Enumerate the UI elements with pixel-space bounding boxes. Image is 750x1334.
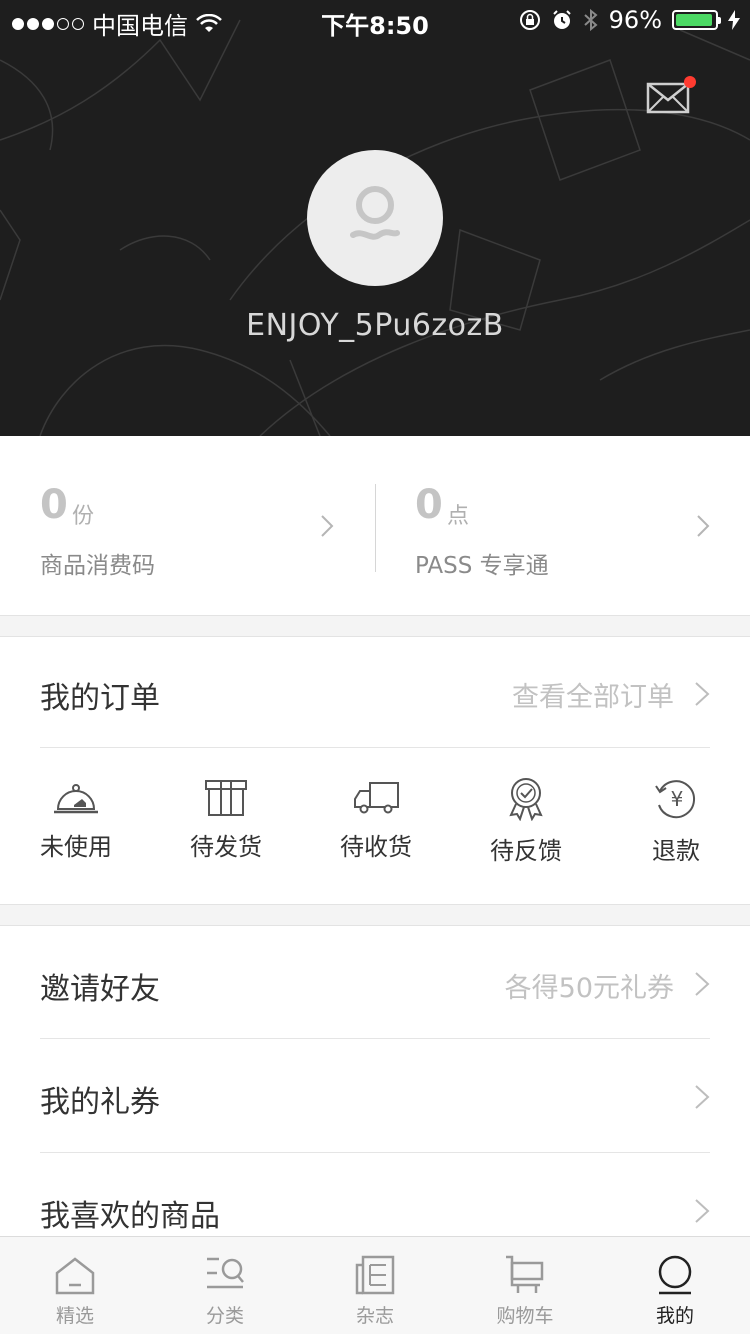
order-status-to-ship[interactable]: 待发货 [151, 777, 301, 862]
category-search-icon [207, 1257, 244, 1289]
tab-featured[interactable]: 精选 [0, 1237, 150, 1334]
battery-fill [676, 14, 713, 26]
orders-section: 我的订单 查看全部订单 未使用 待发货 待收货 待反馈 ¥ 退款 [0, 637, 750, 905]
order-status-unused[interactable]: 未使用 [1, 777, 151, 862]
order-status-bar: 未使用 待发货 待收货 待反馈 ¥ 退款 [0, 777, 750, 897]
medal-icon [509, 778, 543, 821]
tab-bar: 精选 分类 杂志 购物车 我的 [0, 1236, 750, 1334]
menu-list: 邀请好友 各得50元礼券 我的礼券 我喜欢的商品 [0, 926, 750, 1236]
avatar[interactable] [307, 150, 443, 286]
delivery-truck-icon [354, 782, 399, 814]
tab-magazine[interactable]: 杂志 [300, 1237, 450, 1334]
list-item-title: 我喜欢的商品 [40, 1199, 220, 1234]
list-item-subtitle: 各得50元礼券 [504, 973, 674, 1004]
home-icon [55, 1257, 95, 1295]
tab-label: 精选 [55, 1305, 94, 1327]
tab-label: 我的 [655, 1305, 694, 1327]
tab-label: 购物车 [496, 1305, 554, 1327]
chevron-right-icon [695, 972, 710, 996]
order-status-label: 待反馈 [490, 837, 562, 865]
stats-panel: 0 份 商品消费码 0 点 PASS 专享通 [0, 436, 750, 616]
profile-icon [658, 1255, 692, 1295]
battery-icon [672, 10, 721, 30]
cloche-icon [54, 784, 98, 814]
list-item-my-coupons[interactable]: 我的礼券 [0, 1039, 750, 1153]
chevron-right-icon [695, 1199, 710, 1223]
svg-text:¥: ¥ [671, 787, 684, 811]
magazine-icon [355, 1255, 395, 1295]
stat-unit: 点 [447, 504, 470, 529]
status-right: 96% [519, 6, 740, 34]
alarm-icon [552, 10, 571, 29]
username: ENJOY_5Pu6zozB [246, 308, 504, 343]
stat-label: PASS 专享通 [415, 553, 549, 579]
tab-label: 分类 [205, 1305, 244, 1327]
section-gap [0, 905, 750, 926]
chevron-right-icon [695, 1085, 710, 1109]
tab-profile[interactable]: 我的 [600, 1237, 750, 1334]
chevron-right-icon [697, 515, 710, 537]
order-status-label: 未使用 [40, 833, 112, 861]
orders-header-row[interactable]: 我的订单 查看全部订单 [0, 637, 750, 747]
refund-yen-icon: ¥ [655, 780, 695, 819]
list-item-invite-friends[interactable]: 邀请好友 各得50元礼券 [0, 926, 750, 1040]
tab-category[interactable]: 分类 [150, 1237, 300, 1334]
order-status-label: 退款 [652, 837, 700, 865]
order-status-to-review[interactable]: 待反馈 [451, 777, 601, 866]
stat-label: 商品消费码 [40, 553, 155, 579]
order-status-to-receive[interactable]: 待收货 [301, 777, 451, 862]
stat-value: 0 [415, 482, 443, 528]
default-avatar-icon [350, 186, 400, 240]
stat-pass[interactable]: 0 点 PASS 专享通 [375, 436, 750, 616]
stat-unit: 份 [72, 504, 95, 529]
chevron-right-icon [695, 682, 710, 706]
section-gap [0, 616, 750, 637]
list-item-title: 我的礼券 [40, 1085, 160, 1120]
message-button[interactable] [646, 76, 696, 116]
unread-badge [684, 76, 696, 88]
bluetooth-icon [583, 8, 598, 32]
divider [40, 747, 710, 748]
battery-percent: 96% [608, 6, 662, 34]
order-status-label: 待发货 [190, 833, 262, 861]
orders-title: 我的订单 [40, 681, 160, 716]
profile-header: 中国电信 下午8:50 96% ENJOY_5Pu6zozB [0, 0, 750, 436]
list-item-favorites[interactable]: 我喜欢的商品 [0, 1153, 750, 1236]
view-all-orders-link: 查看全部订单 [512, 682, 674, 713]
list-item-title: 邀请好友 [40, 972, 160, 1007]
stat-consumption-code[interactable]: 0 份 商品消费码 [0, 436, 375, 616]
rotation-lock-icon [519, 10, 540, 30]
chevron-right-icon [321, 515, 334, 537]
gift-box-icon [205, 780, 247, 816]
order-status-refund[interactable]: ¥ 退款 [601, 777, 750, 866]
stat-value: 0 [40, 482, 68, 528]
charging-icon [728, 10, 740, 30]
tab-cart[interactable]: 购物车 [450, 1237, 600, 1334]
tab-label: 杂志 [355, 1305, 394, 1327]
cart-icon [506, 1255, 544, 1293]
status-bar: 中国电信 下午8:50 96% [0, 0, 750, 40]
order-status-label: 待收货 [340, 833, 412, 861]
